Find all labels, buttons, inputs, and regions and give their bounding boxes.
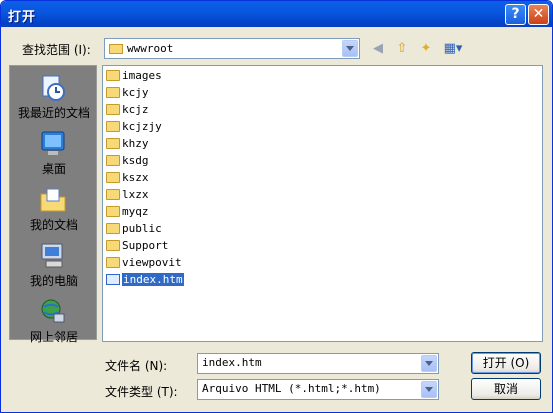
filetype-dropdown[interactable]: Arquivo HTML (*.html;*.htm) bbox=[197, 379, 439, 400]
folder-icon bbox=[106, 69, 120, 81]
chevron-down-icon[interactable] bbox=[342, 40, 358, 57]
folder-icon bbox=[106, 154, 120, 166]
list-item[interactable]: Support bbox=[106, 238, 168, 254]
back-button[interactable]: ◀ bbox=[369, 40, 387, 58]
list-item[interactable]: ksdg bbox=[106, 153, 149, 169]
folder-icon bbox=[106, 239, 120, 251]
lookin-dropdown[interactable]: wwwroot bbox=[104, 38, 360, 59]
folder-icon bbox=[106, 86, 120, 98]
list-item[interactable]: viewpovit bbox=[106, 255, 182, 271]
list-item[interactable]: khzy bbox=[106, 136, 149, 152]
chevron-down-icon[interactable] bbox=[421, 355, 437, 372]
desktop-icon bbox=[41, 131, 65, 155]
open-button[interactable]: 打开 (O) bbox=[471, 352, 541, 374]
lookin-value: wwwroot bbox=[127, 42, 174, 55]
list-item[interactable]: kcjzjy bbox=[106, 119, 162, 135]
dialog-title: 打开 bbox=[8, 10, 37, 25]
open-dialog: 打开 ? ✕ 查找范围 (I): wwwroot ◀ ⇧ ✦ ▦▾ 我最近的文档… bbox=[0, 0, 553, 413]
folder-icon bbox=[106, 188, 120, 200]
folder-icon bbox=[106, 120, 120, 132]
place-label: 桌面 bbox=[41, 162, 66, 176]
list-item[interactable]: images bbox=[106, 68, 162, 84]
place-label: 网上邻居 bbox=[29, 330, 78, 344]
cancel-button[interactable]: 取消 bbox=[471, 378, 541, 400]
filename-label: 文件名 (N): bbox=[105, 359, 168, 373]
close-button[interactable]: ✕ bbox=[528, 4, 549, 25]
list-item[interactable]: public bbox=[106, 221, 162, 237]
folder-icon bbox=[106, 256, 120, 268]
folder-icon bbox=[106, 222, 120, 234]
filetype-value: Arquivo HTML (*.html;*.htm) bbox=[202, 382, 381, 395]
places-bar: 我最近的文档 桌面 我的文档 我的电脑 网上邻居 bbox=[9, 65, 97, 344]
folder-icon bbox=[106, 171, 120, 183]
file-list[interactable]: images kcjy kcjz kcjzjy khzy ksdg kszx l… bbox=[102, 65, 543, 342]
my-computer-icon bbox=[41, 243, 63, 268]
up-folder-button[interactable]: ⇧ bbox=[393, 40, 411, 58]
filetype-label: 文件类型 (T): bbox=[105, 385, 178, 399]
list-item[interactable]: kcjy bbox=[106, 85, 149, 101]
folder-icon bbox=[106, 205, 120, 217]
place-label: 我的文档 bbox=[29, 218, 78, 232]
list-item[interactable]: myqz bbox=[106, 204, 149, 220]
list-item-selected[interactable]: index.htm bbox=[106, 272, 184, 288]
my-documents-icon bbox=[40, 188, 66, 212]
network-places-icon bbox=[41, 299, 65, 323]
view-menu-button[interactable]: ▦▾ bbox=[441, 40, 465, 58]
list-item[interactable]: kcjz bbox=[106, 102, 149, 118]
new-folder-button[interactable]: ✦ bbox=[417, 40, 435, 58]
chevron-down-icon[interactable] bbox=[421, 381, 437, 398]
html-file-icon bbox=[106, 273, 120, 285]
lookin-label: 查找范围 (I): bbox=[22, 43, 91, 57]
help-button[interactable]: ? bbox=[505, 4, 526, 25]
place-label: 我的电脑 bbox=[29, 274, 78, 288]
folder-icon bbox=[106, 103, 120, 115]
place-label: 我最近的文档 bbox=[17, 106, 90, 120]
list-item[interactable]: kszx bbox=[106, 170, 149, 186]
filename-input[interactable]: index.htm bbox=[197, 353, 439, 374]
folder-icon bbox=[106, 137, 120, 149]
folder-icon bbox=[109, 43, 123, 54]
filename-value: index.htm bbox=[202, 356, 262, 369]
list-item[interactable]: lxzx bbox=[106, 187, 149, 203]
recent-documents-icon bbox=[42, 75, 65, 101]
title-bar: 打开 ? ✕ bbox=[1, 1, 552, 27]
